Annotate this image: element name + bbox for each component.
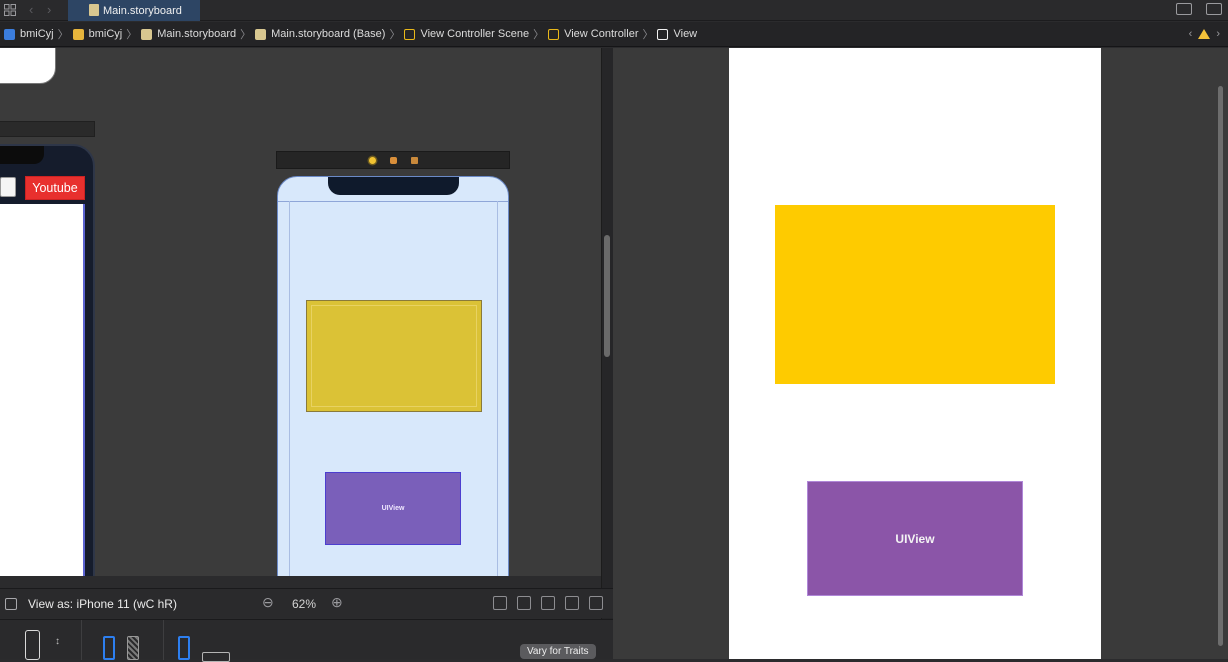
add-constraints-icon[interactable] xyxy=(541,596,555,610)
canvas-bottom-bar: View as: iPhone 11 (wC hR) ⊖ 62% ⊕ xyxy=(0,588,613,618)
scene-dock[interactable] xyxy=(276,151,510,169)
preview-yellow-view xyxy=(775,205,1055,384)
view-controller-icon[interactable] xyxy=(368,156,376,164)
align-icon[interactable] xyxy=(517,596,531,610)
storyboard-icon xyxy=(89,4,99,16)
zoom-out-icon[interactable]: ⊖ xyxy=(262,594,274,611)
chevron-right-icon[interactable]: › xyxy=(1216,28,1220,40)
back-chevron-icon[interactable]: ‹ xyxy=(29,2,33,17)
update-frames-icon[interactable] xyxy=(493,596,507,610)
chevron-updown-icon[interactable]: ↕ xyxy=(55,636,60,647)
grid-icon[interactable] xyxy=(4,4,16,16)
portrait-size-icon[interactable] xyxy=(178,636,190,660)
folder-icon xyxy=(72,28,84,40)
chevron-right-icon: 〉 xyxy=(389,29,401,41)
breadcrumb-item-scene[interactable]: View Controller Scene xyxy=(404,22,529,47)
preview-purple-label: UIView xyxy=(895,531,935,546)
embed-in-icon[interactable] xyxy=(589,596,603,610)
tab-label: Main.storyboard xyxy=(103,4,182,17)
previous-scene-view[interactable] xyxy=(0,177,16,197)
breadcrumb-item-view[interactable]: View xyxy=(657,22,697,47)
issue-navigator: ‹ › xyxy=(1189,28,1220,40)
storyboard-icon xyxy=(255,28,267,40)
preview-pane: UIView xyxy=(613,48,1228,659)
warning-icon[interactable] xyxy=(1198,29,1211,39)
layout-tools xyxy=(493,596,603,610)
scene-icon xyxy=(404,28,416,40)
previous-scene-fragment[interactable] xyxy=(0,48,56,84)
yellow-view-inner xyxy=(311,305,477,407)
vertical-scrollbar[interactable] xyxy=(604,235,610,357)
previous-scene-dock[interactable] xyxy=(0,121,95,137)
forward-chevron-icon[interactable]: › xyxy=(47,2,51,17)
chevron-right-icon: 〉 xyxy=(126,29,138,41)
view-icon xyxy=(657,28,669,40)
storyboard-icon xyxy=(141,28,153,40)
editor-layout-icon[interactable] xyxy=(1176,3,1192,15)
project-icon xyxy=(4,28,15,40)
editor-options xyxy=(1176,3,1222,15)
chevron-right-icon: 〉 xyxy=(57,29,69,41)
view-as-label[interactable]: View as: iPhone 11 (wC hR) xyxy=(28,597,177,611)
preview-screen[interactable]: UIView xyxy=(729,48,1101,659)
tab-bar: ‹ › Main.storyboard xyxy=(0,0,1228,21)
safe-area-guide xyxy=(278,201,508,202)
breadcrumb-label: Main.storyboard (Base) xyxy=(271,28,386,40)
portrait-orientation-icon[interactable] xyxy=(103,636,115,660)
breadcrumb-item-folder[interactable]: bmiCyj xyxy=(72,22,123,47)
purple-view-label: UIView xyxy=(381,505,405,512)
resolve-issues-icon[interactable] xyxy=(565,596,579,610)
breadcrumb-item-view-controller[interactable]: View Controller xyxy=(548,22,638,47)
breadcrumb: bmiCyj 〉 bmiCyj 〉 Main.storyboard 〉 Main… xyxy=(0,22,1228,47)
vary-for-traits-button[interactable]: Vary for Traits xyxy=(520,644,596,659)
chevron-right-icon: 〉 xyxy=(240,29,252,41)
previous-scene-phone[interactable]: Youtube xyxy=(0,144,95,576)
storyboard-canvas[interactable]: Youtube UIView xyxy=(0,48,601,576)
yellow-view[interactable] xyxy=(306,300,482,412)
phone-notch xyxy=(328,177,459,195)
device-configuration-bar: ↕ Vary for Traits xyxy=(0,619,613,662)
breadcrumb-label: View Controller xyxy=(564,28,639,40)
tab-main-storyboard[interactable]: Main.storyboard xyxy=(68,0,200,21)
preview-purple-view: UIView xyxy=(807,481,1023,596)
breadcrumb-label: View Controller Scene xyxy=(420,28,530,40)
chevron-right-icon: 〉 xyxy=(642,29,654,41)
breadcrumb-label: Main.storyboard xyxy=(157,28,237,40)
breadcrumb-item-storyboard[interactable]: Main.storyboard xyxy=(141,22,236,47)
exit-icon[interactable] xyxy=(410,156,418,164)
document-outline-icon[interactable] xyxy=(5,598,17,610)
breadcrumb-label: bmiCyj xyxy=(88,28,123,40)
first-responder-icon[interactable] xyxy=(389,156,397,164)
layout-margin-guide xyxy=(497,201,498,576)
chevron-right-icon: 〉 xyxy=(533,29,545,41)
chevron-left-icon[interactable]: ‹ xyxy=(1189,28,1193,40)
breadcrumb-label: bmiCyj xyxy=(20,28,54,40)
zoom-in-icon[interactable]: ⊕ xyxy=(331,594,343,611)
previous-scene-content[interactable] xyxy=(0,204,85,576)
layout-margin-guide xyxy=(289,201,290,576)
view-controller-icon xyxy=(548,28,560,40)
divider xyxy=(163,620,164,660)
split-editor-icon[interactable] xyxy=(1206,3,1222,15)
purple-view[interactable]: UIView xyxy=(325,472,461,545)
youtube-button[interactable]: Youtube xyxy=(25,176,85,200)
phone-notch xyxy=(0,146,44,164)
preview-scrollbar[interactable] xyxy=(1218,86,1223,646)
landscape-orientation-icon[interactable] xyxy=(127,636,139,660)
breadcrumb-item-project[interactable]: bmiCyj xyxy=(4,22,54,47)
breadcrumb-label: View xyxy=(673,28,698,40)
divider xyxy=(81,620,82,660)
view-controller-scene[interactable]: UIView xyxy=(277,176,509,576)
breadcrumb-item-storyboard-base[interactable]: Main.storyboard (Base) xyxy=(255,22,385,47)
landscape-size-icon[interactable] xyxy=(202,652,230,662)
device-icon[interactable] xyxy=(25,630,40,660)
zoom-level[interactable]: 62% xyxy=(292,597,316,611)
